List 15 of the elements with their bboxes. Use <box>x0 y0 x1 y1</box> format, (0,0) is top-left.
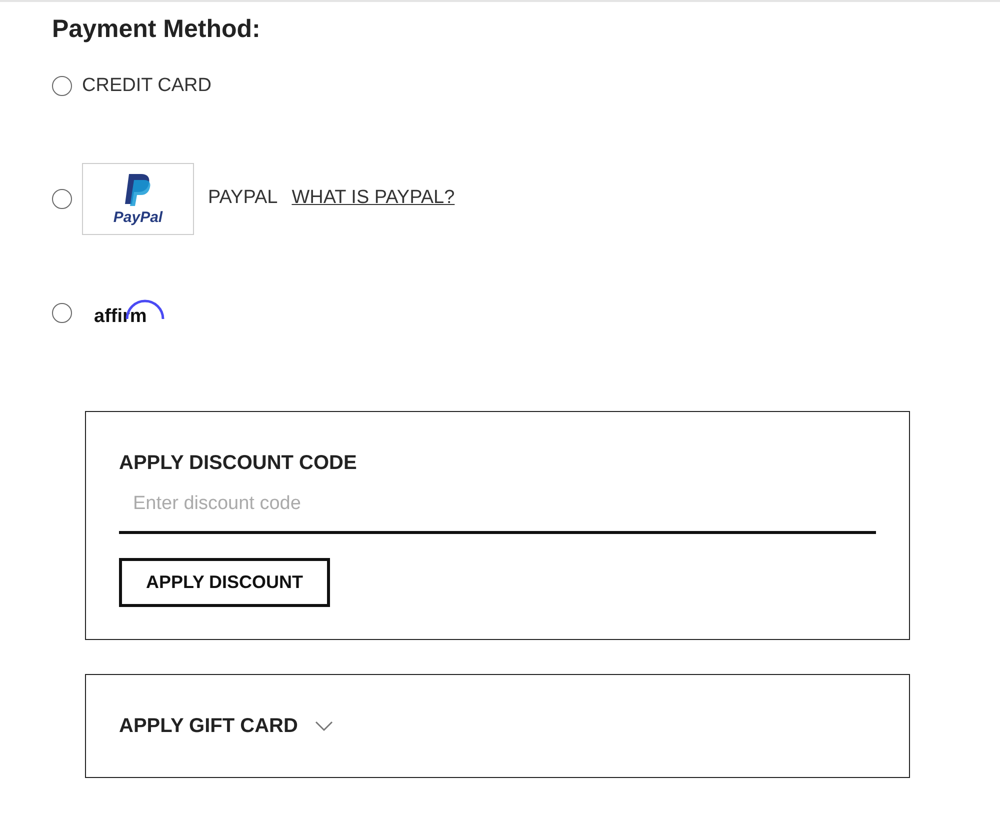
logo-text: affirm <box>94 306 147 326</box>
gift-card-panel[interactable]: APPLY GIFT CARD <box>85 674 910 778</box>
radio-button[interactable] <box>52 188 72 208</box>
apply-discount-button[interactable]: APPLY DISCOUNT <box>119 558 330 606</box>
radio-button[interactable] <box>52 302 72 323</box>
section-title: APPLY GIFT CARD <box>119 714 298 738</box>
logo-text: PayPal <box>113 210 163 225</box>
method-label: CREDIT CARD <box>82 74 212 98</box>
radio-button[interactable] <box>52 76 72 96</box>
section-heading: Payment Method: <box>52 14 262 44</box>
help-link[interactable]: WHAT IS PAYPAL? <box>292 184 455 213</box>
section-title: APPLY DISCOUNT CODE <box>119 451 358 476</box>
method-label: PAYPAL <box>208 186 278 210</box>
chevron-icon[interactable] <box>314 720 334 732</box>
discount-code-field[interactable]: Enter discount code <box>119 486 876 534</box>
